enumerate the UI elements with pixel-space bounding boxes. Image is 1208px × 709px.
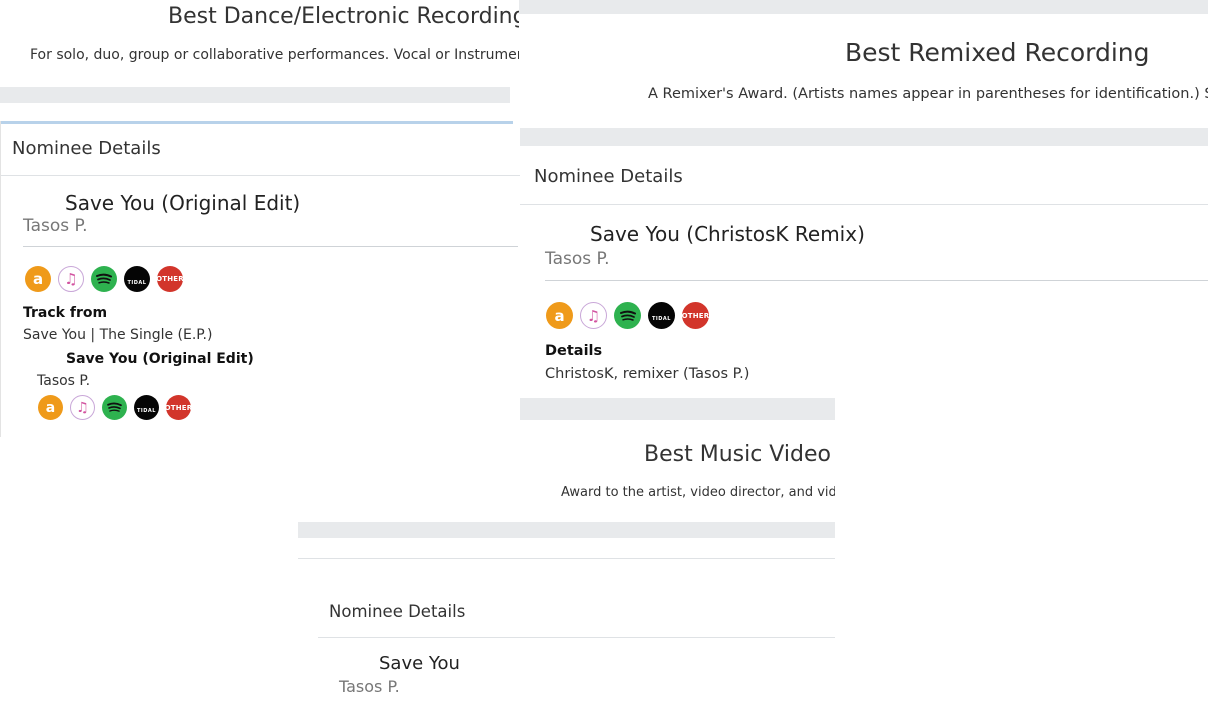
header-rule	[318, 637, 835, 638]
section-rule	[298, 558, 835, 559]
award-title: Best Music Video	[644, 442, 831, 467]
panel-top-divider	[519, 0, 1208, 14]
other-store-icon[interactable]: OTHER	[156, 266, 184, 292]
amazon-icon[interactable]: a	[25, 266, 51, 292]
tidal-icon[interactable]: TIDAL	[124, 266, 150, 292]
award-description: Award to the artist, video director, and…	[561, 485, 835, 500]
details-value: ChristosK, remixer (Tasos P.)	[545, 366, 750, 382]
track-from-label: Track from	[23, 305, 108, 321]
section-divider	[298, 522, 835, 538]
sub-track-artist[interactable]: Tasos P.	[37, 373, 90, 389]
nominee-details-header: Nominee Details	[12, 138, 161, 159]
award-panel-dance-electronic: Best Dance/Electronic Recording For solo…	[0, 0, 519, 121]
nominee-details-header: Nominee Details	[534, 166, 683, 187]
nominee-artist[interactable]: Tasos P.	[545, 249, 610, 269]
nominee-details-header: Nominee Details	[329, 602, 466, 621]
streaming-icons: a ♫ TIDAL OTHER	[25, 266, 184, 292]
award-panel-remixed: Best Remixed Recording A Remixer's Award…	[519, 0, 1208, 400]
card-top-accent	[1, 121, 513, 124]
title-rule	[23, 246, 518, 247]
section-divider	[0, 87, 510, 103]
award-description: For solo, duo, group or collaborative pe…	[30, 47, 519, 63]
other-store-icon[interactable]: OTHER	[165, 395, 192, 420]
streaming-icons: a ♫ TIDAL OTHER	[546, 302, 709, 329]
nominee-artist[interactable]: Tasos P.	[339, 677, 400, 696]
other-store-icon[interactable]: OTHER	[682, 302, 709, 329]
section-divider	[519, 128, 1208, 146]
award-panel-music-video: Best Music Video Award to the artist, vi…	[298, 398, 835, 709]
details-label: Details	[545, 343, 603, 359]
itunes-icon[interactable]: ♫	[70, 395, 95, 420]
nominee-details-card: Nominee Details Save You (Original Edit)…	[0, 121, 520, 437]
sub-streaming-icons: a ♫ TIDAL OTHER	[38, 395, 192, 420]
award-title: Best Remixed Recording	[845, 38, 1150, 67]
amazon-icon[interactable]: a	[546, 302, 573, 329]
nominee-artist[interactable]: Tasos P.	[23, 216, 88, 236]
nominee-track-title[interactable]: Save You	[379, 653, 460, 674]
itunes-icon[interactable]: ♫	[580, 302, 607, 329]
spotify-icon[interactable]	[614, 302, 641, 329]
spotify-icon[interactable]	[91, 266, 117, 292]
tidal-icon[interactable]: TIDAL	[134, 395, 159, 420]
amazon-icon[interactable]: a	[38, 395, 63, 420]
header-rule	[1, 175, 520, 176]
award-title: Best Dance/Electronic Recording	[168, 4, 519, 29]
award-description: A Remixer's Award. (Artists names appear…	[648, 86, 1208, 102]
nominee-track-title[interactable]: Save You (ChristosK Remix)	[590, 222, 865, 246]
tidal-icon[interactable]: TIDAL	[648, 302, 675, 329]
spotify-icon[interactable]	[102, 395, 127, 420]
header-rule	[519, 204, 1208, 205]
sub-track-title[interactable]: Save You (Original Edit)	[66, 351, 254, 367]
track-from-value[interactable]: Save You | The Single (E.P.)	[23, 327, 212, 343]
itunes-icon[interactable]: ♫	[58, 266, 84, 292]
nominee-track-title[interactable]: Save You (Original Edit)	[65, 191, 300, 215]
title-rule	[545, 280, 1208, 281]
